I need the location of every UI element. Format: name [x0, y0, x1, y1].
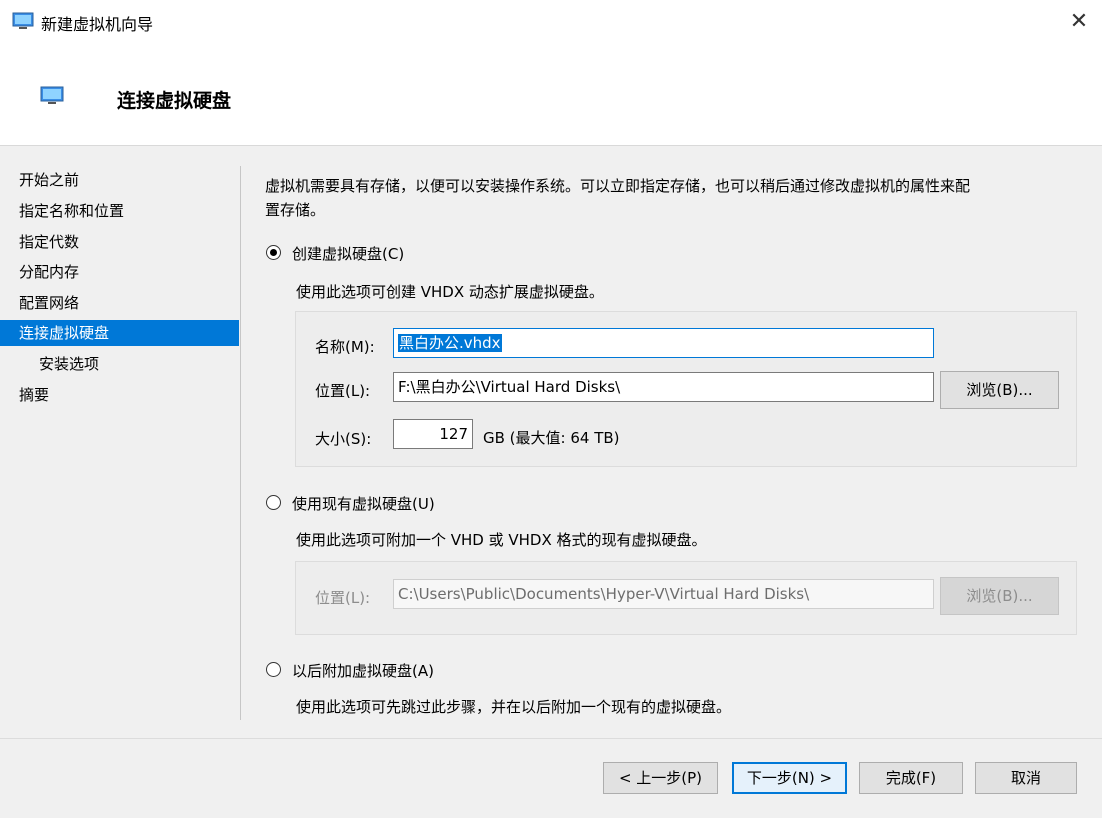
intro-line-1: 虚拟机需要具有存储，以便可以安装操作系统。可以立即指定存储，也可以稍后通过修改虚… [265, 177, 971, 195]
next-button[interactable]: 下一步(N) > [732, 762, 847, 794]
option-existing-label[interactable]: 使用现有虚拟硬盘(U) [292, 493, 435, 514]
name-label: 名称(M): [315, 338, 375, 356]
size-input[interactable]: 127 [393, 419, 473, 449]
option-create-desc: 使用此选项可创建 VHDX 动态扩展虚拟硬盘。 [296, 283, 604, 301]
name-input[interactable]: 黑白办公.vhdx [393, 328, 934, 358]
browse-button[interactable]: 浏览(B)... [940, 371, 1059, 409]
nav-item-virtual-disk[interactable]: 连接虚拟硬盘 [0, 320, 239, 346]
option-existing-desc: 使用此选项可附加一个 VHD 或 VHDX 格式的现有虚拟硬盘。 [296, 531, 707, 549]
footer-divider [0, 738, 1102, 739]
wizard-nav: 开始之前 指定名称和位置 指定代数 分配内存 配置网络 连接虚拟硬盘 安装选项 … [0, 146, 240, 740]
nav-item-generation[interactable]: 指定代数 [0, 229, 239, 255]
radio-attach-later[interactable] [266, 662, 281, 677]
page-title: 连接虚拟硬盘 [117, 90, 232, 112]
existing-location-label: 位置(L): [315, 589, 371, 607]
intro-line-2: 置存储。 [265, 201, 326, 219]
name-input-value: 黑白办公.vhdx [398, 334, 502, 352]
monitor-icon [12, 12, 34, 29]
monitor-icon [40, 86, 64, 104]
existing-browse-button[interactable]: 浏览(B)... [940, 577, 1059, 615]
nav-item-before-you-begin[interactable]: 开始之前 [0, 167, 239, 193]
nav-item-memory[interactable]: 分配内存 [0, 259, 239, 285]
nav-item-install-options[interactable]: 安装选项 [0, 351, 239, 377]
title-bar [0, 0, 1102, 44]
radio-existing-disk[interactable] [266, 495, 281, 510]
size-unit: GB (最大值: 64 TB) [483, 429, 620, 447]
location-input[interactable]: F:\黑白办公\Virtual Hard Disks\ [393, 372, 934, 402]
close-icon[interactable]: ✕ [1062, 6, 1096, 38]
nav-item-summary[interactable]: 摘要 [0, 382, 239, 408]
option-later-desc: 使用此选项可先跳过此步骤，并在以后附加一个现有的虚拟硬盘。 [296, 698, 732, 716]
nav-item-network[interactable]: 配置网络 [0, 290, 239, 316]
window-title: 新建虚拟机向导 [41, 15, 154, 34]
option-later-label[interactable]: 以后附加虚拟硬盘(A) [292, 660, 434, 681]
previous-button[interactable]: < 上一步(P) [603, 762, 718, 794]
existing-location-input[interactable]: C:\Users\Public\Documents\Hyper-V\Virtua… [393, 579, 934, 609]
nav-divider [240, 166, 241, 720]
radio-create-disk[interactable] [266, 245, 281, 260]
location-label: 位置(L): [315, 382, 371, 400]
finish-button[interactable]: 完成(F) [859, 762, 963, 794]
size-label: 大小(S): [315, 430, 372, 448]
nav-item-name-location[interactable]: 指定名称和位置 [0, 198, 239, 224]
cancel-button[interactable]: 取消 [975, 762, 1077, 794]
option-create-label[interactable]: 创建虚拟硬盘(C) [292, 243, 404, 264]
